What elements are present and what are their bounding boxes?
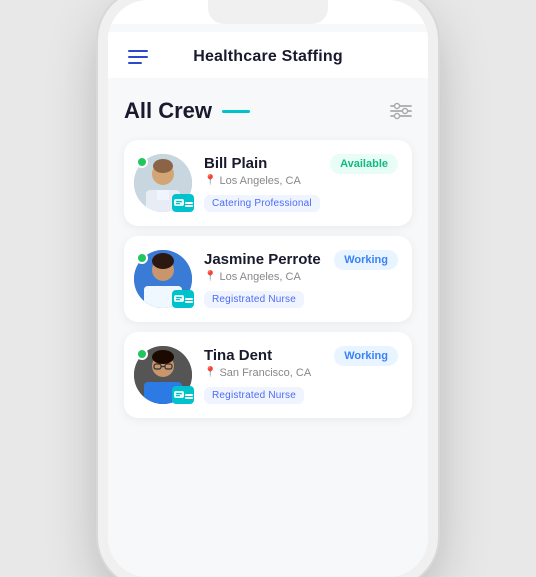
avatar-container-tina [134, 346, 192, 404]
status-dot-jasmine [136, 252, 148, 264]
crew-location-text-jasmine: Los Angeles, CA [219, 271, 300, 283]
chat-svg-tina [173, 390, 185, 400]
chat-svg-jasmine [173, 294, 185, 304]
section-title: All Crew [124, 98, 212, 124]
hamburger-line-2 [128, 56, 148, 58]
crew-location-tina: 📍 San Francisco, CA [204, 367, 398, 379]
avatar-container-bill [134, 154, 192, 212]
chat-icon-jasmine[interactable] [172, 290, 194, 308]
main-content: All Crew [108, 78, 428, 438]
status-badge-tina: Working [334, 346, 398, 366]
location-icon-tina: 📍 [204, 367, 216, 378]
location-icon-jasmine: 📍 [204, 271, 216, 282]
filter-icon [390, 102, 412, 120]
chat-svg-bill [173, 198, 185, 208]
status-dot-tina [136, 348, 148, 360]
status-badge-jasmine: Working [334, 250, 398, 270]
crew-card-tina-dent[interactable]: Tina Dent 📍 San Francisco, CA Registrate… [124, 332, 412, 418]
avatar-container-jasmine [134, 250, 192, 308]
crew-tag-bill: Catering Professional [204, 195, 320, 212]
section-header: All Crew [124, 98, 412, 124]
location-icon-bill: 📍 [204, 175, 216, 186]
menu-button[interactable] [128, 50, 148, 64]
phone-shell: Healthcare Staffing All Crew [108, 0, 428, 577]
filter-button[interactable] [390, 102, 412, 120]
crew-tag-jasmine: Registrated Nurse [204, 291, 304, 308]
status-badge-bill: Available [330, 154, 398, 174]
chat-icon-bill[interactable] [172, 194, 194, 212]
hamburger-line-1 [128, 50, 148, 52]
crew-location-bill: 📍 Los Angeles, CA [204, 175, 398, 187]
app-header: Healthcare Staffing [108, 32, 428, 78]
phone-notch [208, 0, 328, 24]
status-dot-bill [136, 156, 148, 168]
crew-tag-tina: Registrated Nurse [204, 387, 304, 404]
header-title: Healthcare Staffing [193, 48, 343, 66]
crew-location-text-bill: Los Angeles, CA [219, 175, 300, 187]
crew-list: Bill Plain 📍 Los Angeles, CA Catering Pr… [124, 140, 412, 418]
title-dash [222, 110, 250, 113]
hamburger-line-3 [128, 62, 142, 64]
app-content: Healthcare Staffing All Crew [108, 24, 428, 577]
chat-icon-tina[interactable] [172, 386, 194, 404]
crew-card-bill-plain[interactable]: Bill Plain 📍 Los Angeles, CA Catering Pr… [124, 140, 412, 226]
section-title-row: All Crew [124, 98, 250, 124]
crew-location-text-tina: San Francisco, CA [219, 367, 311, 379]
crew-location-jasmine: 📍 Los Angeles, CA [204, 271, 398, 283]
crew-card-jasmine-perrote[interactable]: Jasmine Perrote 📍 Los Angeles, CA Regist… [124, 236, 412, 322]
